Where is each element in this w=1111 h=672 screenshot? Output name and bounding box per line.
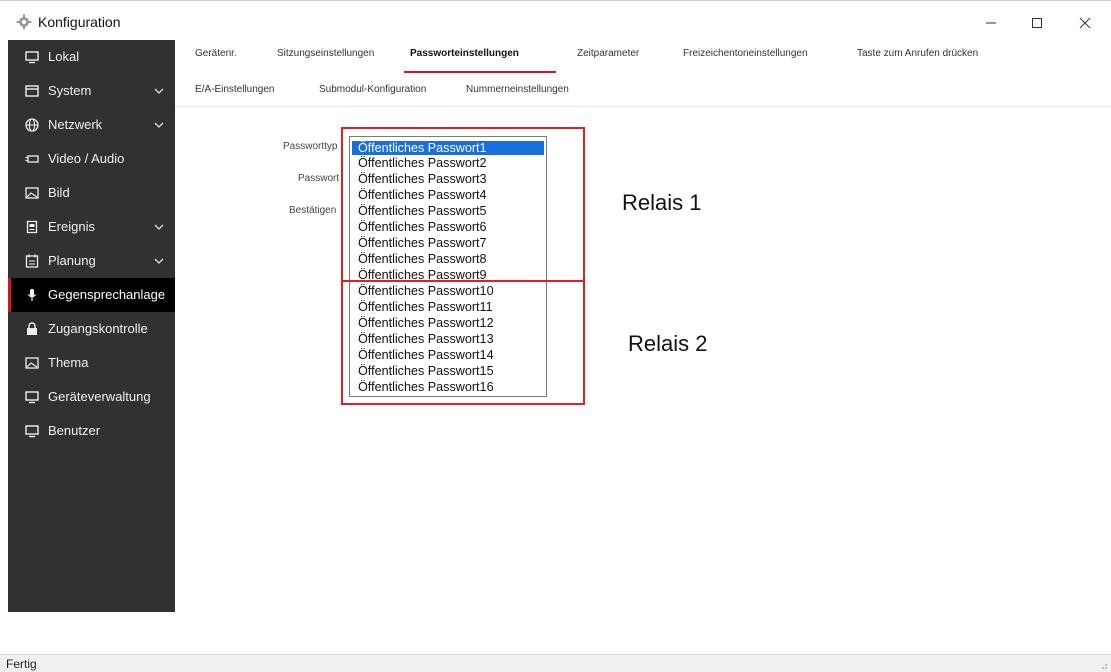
sidebar-item-label: Gegensprechanlage xyxy=(48,287,166,302)
event-icon xyxy=(26,220,38,234)
chevron-down-icon xyxy=(154,224,164,230)
relais-1-label: Relais 1 xyxy=(622,190,702,215)
microphone-icon xyxy=(28,289,36,301)
status-bar: Fertig xyxy=(0,654,1111,672)
close-button[interactable] xyxy=(1062,9,1108,37)
window-icon xyxy=(25,85,39,97)
sidebar-item-benutzer[interactable]: Benutzer xyxy=(8,414,175,448)
minimize-icon xyxy=(986,22,996,24)
tab-nummerneinstellungen[interactable]: Nummerneinstellungen xyxy=(466,84,569,95)
sidebar-item-label: Lokal xyxy=(48,49,80,64)
tab-ea-einstellungen[interactable]: E/A-Einstellungen xyxy=(195,84,275,95)
lock-icon xyxy=(27,322,37,335)
status-text: Fertig xyxy=(6,657,37,671)
tab-geraetenr[interactable]: Gerätenr. xyxy=(195,48,237,59)
tab-zeitparameter[interactable]: Zeitparameter xyxy=(577,48,639,59)
chevron-down-icon xyxy=(154,258,164,264)
chevron-down-icon xyxy=(154,88,164,94)
maximize-button[interactable] xyxy=(1014,9,1060,37)
minimize-button[interactable] xyxy=(968,9,1014,37)
relais-1-highlight-box xyxy=(341,127,585,282)
sidebar-item-label: System xyxy=(48,83,92,98)
chevron-down-icon xyxy=(154,122,164,128)
tab-submodul-konfiguration[interactable]: Submodul-Konfiguration xyxy=(319,84,426,95)
sidebar-item-video-audio[interactable]: Video / Audio xyxy=(8,142,175,176)
title-bar: Konfiguration xyxy=(0,0,1111,40)
monitor-icon xyxy=(25,425,39,438)
gear-icon xyxy=(16,14,32,30)
sidebar-item-label: Bild xyxy=(48,185,70,200)
sidebar-item-label: Video / Audio xyxy=(48,151,125,166)
active-tab-indicator xyxy=(404,71,556,73)
close-icon xyxy=(1079,17,1091,29)
maximize-icon xyxy=(1032,18,1042,28)
sidebar-item-label: Netzwerk xyxy=(48,117,103,132)
tab-freizeichentoneinstellungen[interactable]: Freizeichentoneinstellungen xyxy=(683,48,808,59)
globe-icon xyxy=(25,118,39,132)
sidebar-item-gegensprechanlage[interactable]: Gegensprechanlage xyxy=(8,278,175,312)
video-icon xyxy=(25,155,39,163)
sidebar-item-bild[interactable]: Bild xyxy=(8,176,175,210)
window-title: Konfiguration xyxy=(38,14,121,30)
monitor-icon xyxy=(25,391,39,404)
monitor-icon xyxy=(25,51,39,64)
password-type-label: Passworttyp xyxy=(283,141,338,152)
sidebar-item-system[interactable]: System xyxy=(8,74,175,108)
password-label: Passwort xyxy=(298,173,340,184)
relais-2-highlight-box xyxy=(341,280,585,405)
tab-passworteinstellungen[interactable]: Passworteinstellungen xyxy=(410,48,519,59)
tab-sitzungseinstellungen[interactable]: Sitzungseinstellungen xyxy=(277,48,374,59)
confirm-label: Bestätigen xyxy=(289,205,337,216)
sidebar-item-label: Benutzer xyxy=(48,423,101,438)
sidebar-item-label: Geräteverwaltung xyxy=(48,389,151,404)
sidebar-item-label: Planung xyxy=(48,253,96,268)
tab-taste-zum-anrufen-druecken[interactable]: Taste zum Anrufen drücken xyxy=(857,48,978,59)
sidebar-item-netzwerk[interactable]: Netzwerk xyxy=(8,108,175,142)
sidebar-item-geraeteverwaltung[interactable]: Geräteverwaltung xyxy=(8,380,175,414)
sidebar-item-label: Thema xyxy=(48,355,89,370)
calendar-icon xyxy=(25,254,39,268)
sidebar-item-label: Ereignis xyxy=(48,219,95,234)
sidebar-item-ereignis[interactable]: Ereignis xyxy=(8,210,175,244)
sidebar-item-planung[interactable]: Planung xyxy=(8,244,175,278)
sidebar: Lokal System Netzwerk Video / Audio Bild… xyxy=(8,40,175,612)
image-icon xyxy=(25,187,39,199)
relais-2-label: Relais 2 xyxy=(628,331,708,356)
resize-grip-icon[interactable] xyxy=(1100,662,1108,670)
sidebar-item-label: Zugangskontrolle xyxy=(48,321,148,336)
sidebar-item-thema[interactable]: Thema xyxy=(8,346,175,380)
sidebar-item-lokal[interactable]: Lokal xyxy=(8,40,175,74)
image-icon xyxy=(25,357,39,369)
sidebar-item-zugangskontrolle[interactable]: Zugangskontrolle xyxy=(8,312,175,346)
